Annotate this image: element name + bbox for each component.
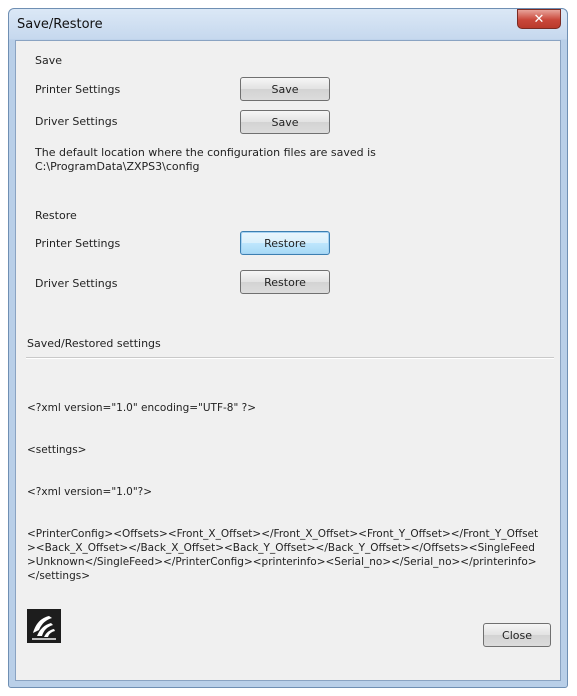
location-note-line1: The default location where the configura…	[35, 146, 376, 159]
save-driver-settings-button[interactable]: Save	[240, 110, 330, 134]
restore-heading: Restore	[35, 209, 77, 222]
window-title: Save/Restore	[17, 17, 103, 32]
log-line: <PrinterConfig><Offsets><Front_X_Offset>…	[27, 528, 539, 582]
close-button[interactable]: Close	[483, 623, 551, 647]
log-line: <settings>	[27, 444, 87, 456]
log-line: <?xml version="1.0" encoding="UTF-8" ?>	[27, 402, 257, 414]
restore-driver-settings-label: Driver Settings	[35, 277, 118, 290]
settings-log-text: <?xml version="1.0" encoding="UTF-8" ?> …	[27, 373, 539, 611]
save-driver-settings-label: Driver Settings	[35, 115, 118, 128]
log-line: <?xml version="1.0"?>	[27, 486, 153, 498]
save-printer-settings-button[interactable]: Save	[240, 77, 330, 101]
save-restore-dialog: Save/Restore ✕ Save Printer Settings Sav…	[8, 8, 568, 688]
title-bar[interactable]: Save/Restore ✕	[9, 9, 567, 40]
restore-printer-settings-label: Printer Settings	[35, 237, 121, 250]
zebra-logo-icon	[27, 609, 61, 643]
close-icon: ✕	[533, 11, 545, 27]
log-heading: Saved/Restored settings	[27, 337, 161, 350]
restore-driver-settings-button[interactable]: Restore	[240, 270, 330, 294]
log-separator	[26, 357, 554, 359]
location-note-path: C:\ProgramData\ZXPS3\config	[35, 160, 200, 173]
window-close-button[interactable]: ✕	[517, 9, 561, 29]
restore-printer-settings-button[interactable]: Restore	[240, 231, 330, 255]
zebra-logo-graphic	[27, 609, 61, 643]
save-printer-settings-label: Printer Settings	[35, 83, 121, 96]
save-heading: Save	[35, 54, 63, 67]
